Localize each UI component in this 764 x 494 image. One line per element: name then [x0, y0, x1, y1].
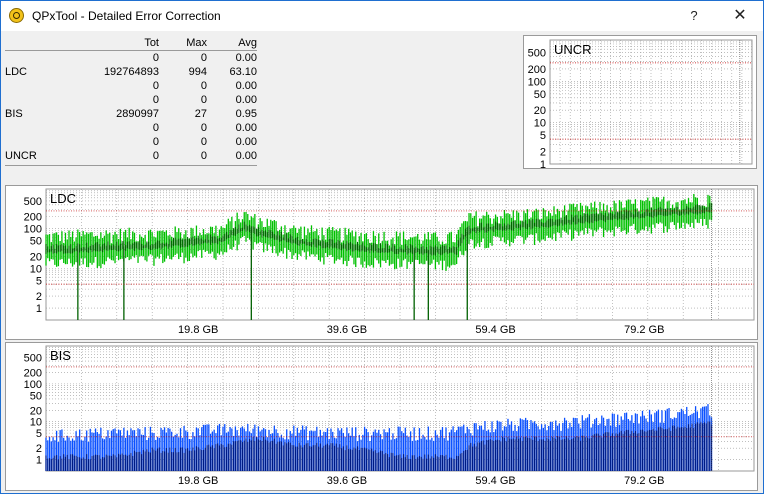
- y-tick-label: 200: [24, 212, 42, 224]
- y-tick-label: 500: [24, 352, 42, 364]
- stats-cell-tot: 0: [152, 122, 159, 134]
- stats-cell-avg: 0.00: [235, 80, 257, 92]
- stats-cell-avg: 0.00: [235, 122, 257, 134]
- stats-cell-avg: 0.00: [235, 94, 257, 106]
- stats-cell-max: 0: [200, 122, 207, 134]
- x-tick-label: 39.6 GB: [327, 475, 367, 487]
- qpxtool-icon: [9, 8, 24, 23]
- stats-header-max: Max: [186, 37, 207, 49]
- stats-row: LDC 192764893 994 63.10: [5, 65, 257, 79]
- y-tick-label: 50: [534, 89, 546, 101]
- ldc-chart-panel: 500 200 100 50 20 10 5 2 1 19.8 GB 39.6 GB 59.4 GB 7…: [5, 185, 758, 340]
- window-title: QPxTool - Detailed Error Correction: [32, 9, 221, 23]
- stats-cell-avg: 63.10: [229, 66, 257, 78]
- stats-divider: [5, 165, 257, 166]
- stats-cell-avg: 0.95: [235, 108, 257, 120]
- stats-header-row: Tot Max Avg: [5, 36, 257, 51]
- stats-cell-label: [5, 79, 65, 93]
- y-tick-label: 2: [540, 147, 546, 159]
- close-button[interactable]: ✕: [725, 5, 755, 27]
- stats-cell-avg: 0.00: [235, 52, 257, 64]
- x-tick-label: 19.8 GB: [178, 324, 218, 336]
- stats-cell-label: [5, 93, 65, 107]
- y-tick-label: 20: [534, 105, 546, 117]
- stats-row: 0 0 0.00: [5, 135, 257, 149]
- y-tick-label: 2: [36, 443, 42, 455]
- y-tick-label: 50: [30, 390, 42, 402]
- y-tick-label: 20: [30, 405, 42, 417]
- stats-cell-max: 0: [200, 80, 207, 92]
- y-tick-label: 50: [30, 236, 42, 248]
- ldc-chart: 500 20010050 20105 21 19.8 GB 39.6 GB 59.4 GB 7…: [24, 188, 755, 336]
- stats-cell-max: 0: [200, 150, 207, 162]
- y-tick-label: 500: [24, 196, 42, 208]
- stats-cell-tot: 2890997: [116, 108, 159, 120]
- y-tick-label: 10: [534, 118, 546, 130]
- error-stats-table: Tot Max Avg 0 0 0.00 LDC 192764893 994 63.10 0 0…: [5, 36, 257, 163]
- stats-cell-tot: 0: [152, 80, 159, 92]
- stats-cell-tot: 0: [152, 136, 159, 148]
- y-tick-label: 20: [30, 251, 42, 263]
- stats-header-label: [5, 36, 65, 51]
- stats-header-avg: Avg: [238, 37, 257, 49]
- stats-cell-max: 27: [194, 108, 207, 120]
- stats-header-tot: Tot: [144, 37, 159, 49]
- stats-cell-max: 0: [200, 94, 207, 106]
- y-tick-label: 10: [30, 417, 42, 429]
- stats-row: 0 0 0.00: [5, 93, 257, 107]
- x-tick-label: 79.2 GB: [624, 475, 664, 487]
- stats-cell-max: 0: [200, 136, 207, 148]
- stats-cell-label: LDC: [5, 66, 28, 78]
- uncr-chart-panel: 50020010050201052119.8 GB39.6 GB59.4 GB7…: [523, 35, 757, 180]
- y-tick-label: 200: [24, 367, 42, 379]
- y-tick-label: 100: [528, 76, 546, 88]
- stats-cell-tot: 0: [152, 52, 159, 64]
- x-tick-label: 39.6 GB: [327, 324, 367, 336]
- stats-cell-label: [5, 51, 65, 66]
- chart-title: UNCR: [554, 42, 592, 57]
- y-tick-label: 100: [24, 379, 42, 391]
- y-tick-label: 1: [36, 303, 42, 315]
- chart-title: LDC: [50, 191, 76, 206]
- y-tick-label: 1: [36, 455, 42, 467]
- y-tick-label: 100: [24, 224, 42, 236]
- stats-row: UNCR 0 0 0.00: [5, 149, 257, 163]
- stats-cell-label: BIS: [5, 108, 23, 120]
- stats-cell-tot: 192764893: [103, 66, 159, 78]
- y-tick-label: 5: [36, 428, 42, 440]
- stats-cell-label: [5, 121, 65, 135]
- y-tick-label: 10: [30, 263, 42, 275]
- stats-row: 0 0 0.00: [5, 51, 257, 66]
- stats-row: BIS 2890997 27 0.95: [5, 107, 257, 121]
- chart-title: BIS: [50, 348, 71, 363]
- stats-cell-label: [5, 135, 65, 149]
- stats-cell-avg: 0.00: [235, 136, 257, 148]
- y-tick-label: 5: [540, 130, 546, 142]
- uncr-chart: 50020010050201052119.8 GB39.6 GB59.4 GB7…: [528, 39, 753, 180]
- bis-chart: 500 20010050 20105 21 19.8 GB 39.6 GB 59.4 GB 7…: [24, 345, 755, 487]
- x-tick-label: 59.4 GB: [475, 324, 515, 336]
- x-tick-label: 79.2 GB: [624, 324, 664, 336]
- stats-cell-max: 994: [188, 66, 207, 78]
- y-tick-label: 200: [528, 64, 546, 76]
- stats-cell-avg: 0.00: [235, 150, 257, 162]
- title-bar: QPxTool - Detailed Error Correction ? ✕: [1, 1, 763, 31]
- y-tick-label: 1: [540, 159, 546, 168]
- bis-chart-panel: 500 200 100 50 20 10 5 2 1 19.8 GB 39.6 GB 59.4 GB 7…: [5, 342, 758, 491]
- y-tick-label: 2: [36, 291, 42, 303]
- stats-row: 0 0 0.00: [5, 79, 257, 93]
- stats-cell-label: UNCR: [5, 150, 37, 162]
- y-tick-label: 500: [528, 47, 546, 59]
- stats-cell-tot: 0: [152, 150, 159, 162]
- stats-cell-max: 0: [200, 52, 207, 64]
- y-tick-label: 5: [36, 275, 42, 287]
- stats-cell-tot: 0: [152, 94, 159, 106]
- x-tick-label: 59.4 GB: [475, 475, 515, 487]
- stats-row: 0 0 0.00: [5, 121, 257, 135]
- qpxtool-window: QPxTool - Detailed Error Correction ? ✕ …: [0, 0, 764, 494]
- x-tick-label: 19.8 GB: [178, 475, 218, 487]
- help-button[interactable]: ?: [679, 5, 709, 27]
